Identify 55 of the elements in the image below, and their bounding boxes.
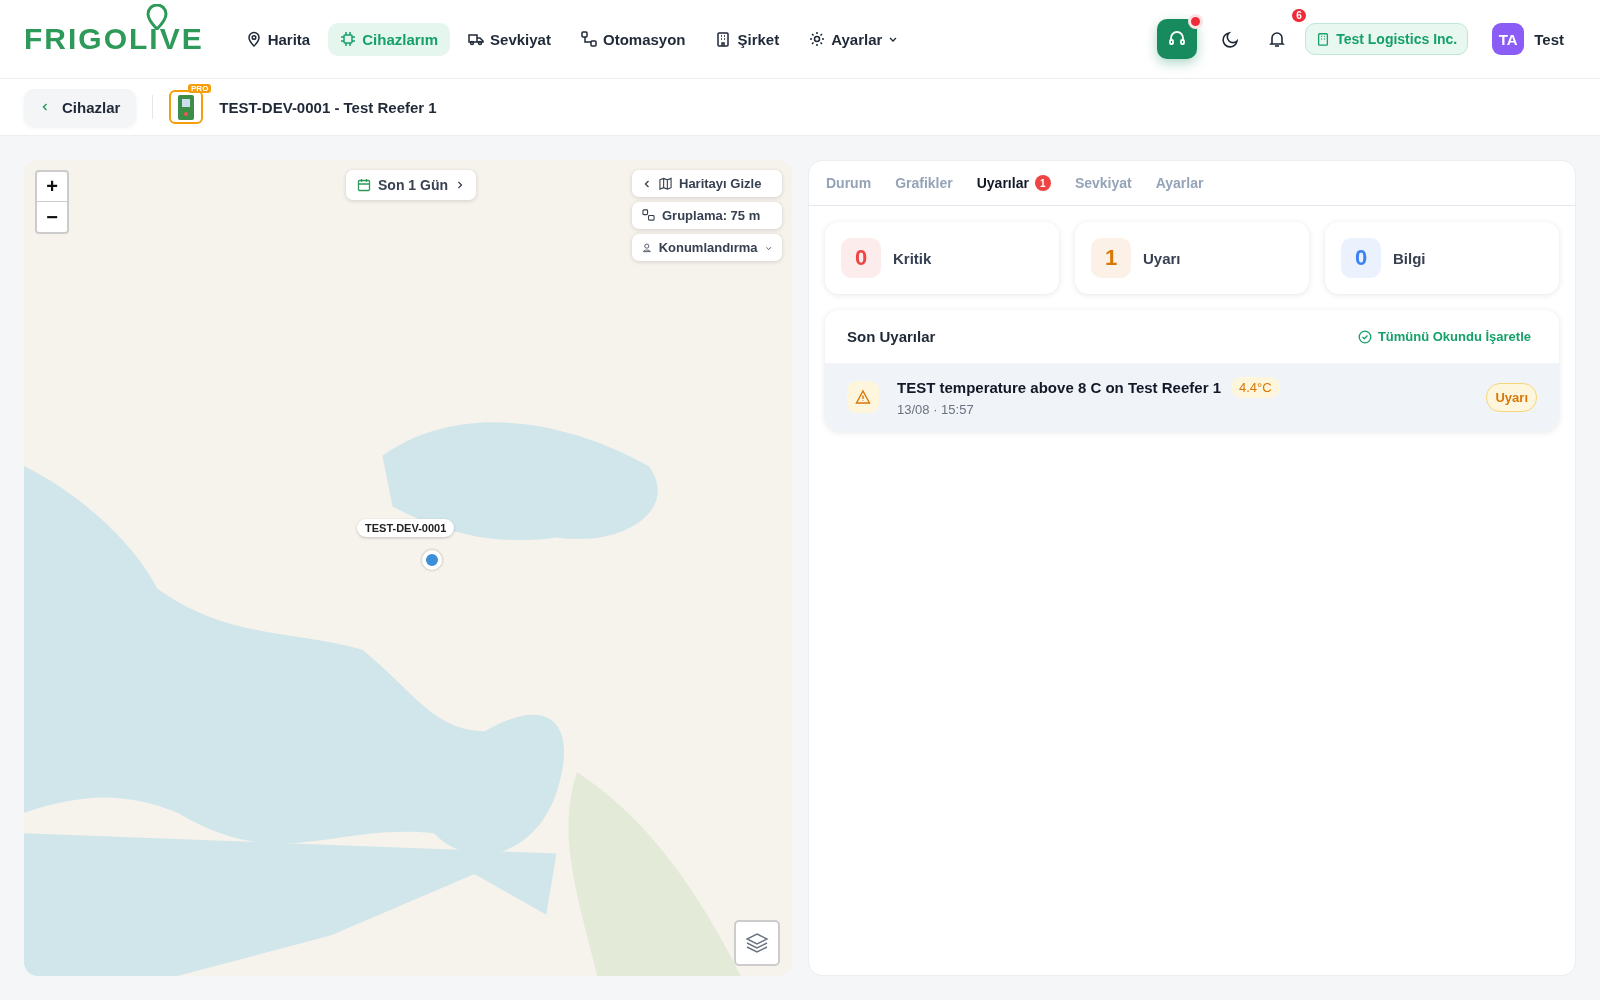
user-name[interactable]: Test: [1534, 30, 1564, 48]
alerts-title: Son Uyarılar: [847, 328, 936, 345]
warning-icon: [855, 389, 871, 405]
chip-icon: [340, 31, 357, 47]
alert-row[interactable]: TEST temperature above 8 C on Test Reefer 1 4.4°C 13/08 · 15:57 Uyarı: [825, 363, 1559, 431]
severity-badge: Uyarı: [1486, 382, 1537, 412]
device-icon: [169, 90, 204, 124]
nav-item[interactable]: Harita: [233, 22, 323, 56]
avatar[interactable]: TA: [1492, 23, 1525, 55]
notification-count: 6: [1292, 9, 1306, 22]
bell-icon: [1268, 30, 1287, 48]
chevron-left-icon: [642, 178, 652, 189]
alert-time: 13/08 · 15:57: [897, 402, 975, 417]
moon-icon: [1222, 30, 1241, 48]
positioning-button[interactable]: Konumlandırma: [632, 234, 782, 261]
tab[interactable]: Uyarılar 1: [967, 161, 1060, 205]
alert-message: TEST temperature above 8 C on Test Reefer 1: [897, 379, 1221, 396]
person-pin-icon: [642, 241, 652, 254]
truck-icon: [468, 31, 485, 47]
layers-icon: [744, 930, 770, 956]
summary-label: Bilgi: [1393, 249, 1426, 267]
summary-count: 0: [1341, 238, 1381, 278]
zoom-out-button[interactable]: −: [37, 202, 67, 232]
date-range-button[interactable]: Son 1 Gün: [346, 170, 476, 200]
summary-label: Uyarı: [1143, 249, 1181, 267]
nav-item[interactable]: Şirket: [703, 22, 792, 56]
grouping-button[interactable]: Gruplama: 75 m: [632, 202, 782, 229]
nav-item[interactable]: Sevkiyat: [456, 22, 563, 56]
layers-button[interactable]: [734, 920, 780, 966]
marker-label: TEST-DEV-0001: [357, 519, 455, 537]
logo-text: FRIGOLIVE: [24, 22, 204, 56]
temperature-badge: 4.4°C: [1231, 377, 1280, 398]
back-button[interactable]: Cihazlar: [24, 88, 137, 126]
summary-count: 1: [1091, 238, 1131, 278]
pro-badge: PRO: [188, 84, 212, 93]
building-icon: [715, 31, 732, 47]
building-icon: [1316, 32, 1331, 46]
calendar-icon: [357, 178, 371, 192]
cluster-icon: [642, 209, 655, 222]
flow-icon: [580, 31, 597, 47]
check-circle-icon: [1357, 329, 1372, 344]
map-icon: [659, 177, 672, 190]
support-button[interactable]: [1157, 19, 1198, 59]
chevron-left-icon: [40, 102, 50, 112]
pin-icon: [245, 31, 262, 47]
zoom-in-button[interactable]: +: [37, 172, 67, 202]
device-title: TEST-DEV-0001 - Test Reefer 1: [219, 98, 437, 116]
summary-count: 0: [841, 238, 881, 278]
nav-item[interactable]: Otomasyon: [568, 22, 698, 56]
settings-icon: [809, 31, 826, 47]
nav-item[interactable]: Ayarlar: [797, 22, 911, 56]
hide-map-button[interactable]: Haritayı Gizle: [632, 170, 782, 197]
summary-label: Kritik: [893, 249, 932, 267]
pin-icon: [146, 4, 168, 30]
chevron-right-icon: [455, 180, 465, 190]
